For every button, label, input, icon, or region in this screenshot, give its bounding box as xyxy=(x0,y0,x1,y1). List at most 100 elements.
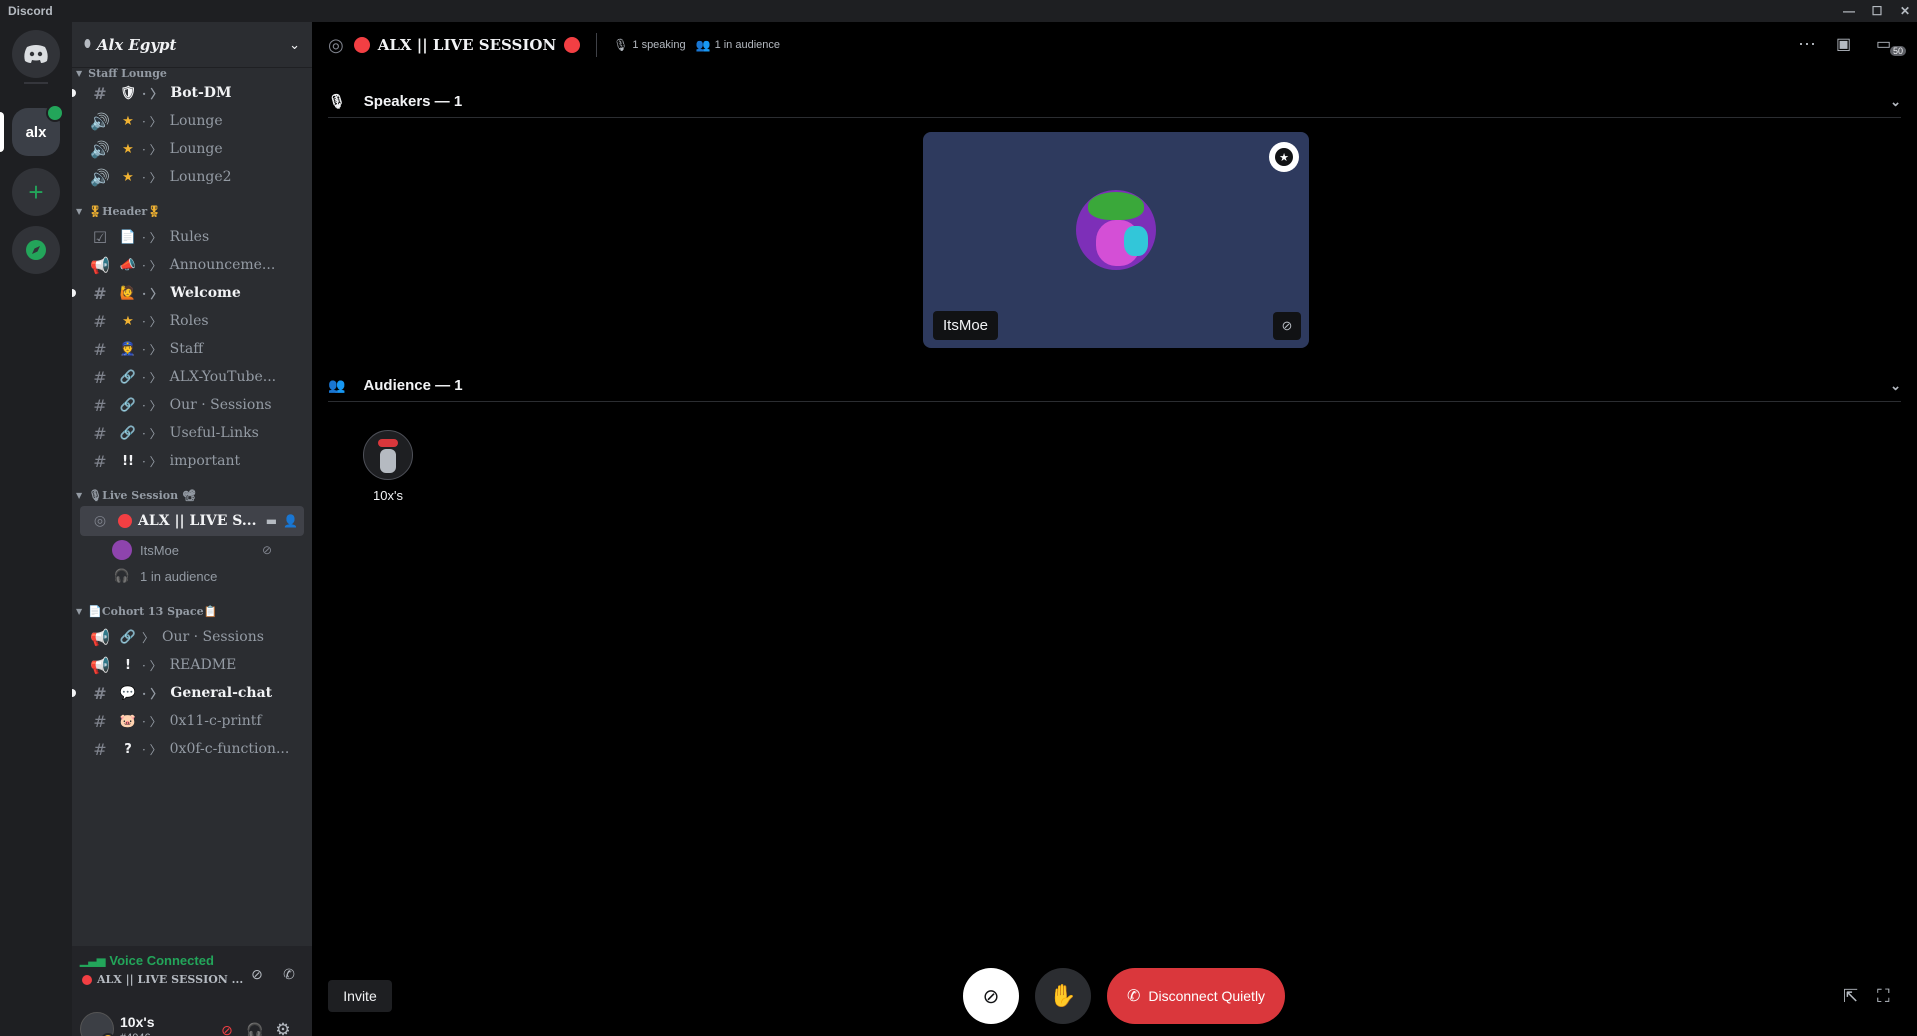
home-button[interactable] xyxy=(12,30,60,78)
channel-roles[interactable]: # ★ · 〉 Roles xyxy=(80,306,304,336)
channel-cohort-our-sessions[interactable]: 📢 🔗 〉 Our · Sessions xyxy=(80,622,304,652)
channel-useful-links[interactable]: # 🔗 · 〉 Useful-Links xyxy=(80,418,304,448)
voice-channel-name[interactable]: ALX || LIVE SESSION ... xyxy=(97,973,243,986)
channel-general-chat[interactable]: # 💬 · 〉 General-chat xyxy=(72,678,304,708)
channel-printf[interactable]: # 🐷 · 〉 0x11-c-printf xyxy=(80,706,304,736)
username[interactable]: 10x's xyxy=(120,1014,154,1030)
channel-bot-dm[interactable]: # 🛡 · 〉 Bot-DM xyxy=(72,78,304,108)
avatar-hat xyxy=(378,439,398,447)
speakers-section-header[interactable]: 🎙 Speakers — 1 ⌄ xyxy=(328,86,1901,118)
separator-icon: · 〉 xyxy=(142,686,163,701)
maximize-icon[interactable]: ☐ xyxy=(1868,2,1886,20)
channel-name: Rules xyxy=(169,229,210,245)
chevron-down-icon[interactable]: ⌄ xyxy=(289,37,300,53)
server-header[interactable]: ⬮ Alx Egypt ⌄ xyxy=(72,22,312,68)
page-emoji-icon: 📄 xyxy=(88,604,102,618)
separator-icon: · 〉 xyxy=(142,398,162,413)
text-channel-icon: # xyxy=(93,683,107,703)
medal-emoji-icon: 🎖 xyxy=(88,204,103,218)
speakers-heading: Speakers — 1 xyxy=(363,93,463,110)
pop-out-icon[interactable]: ⇱ xyxy=(1843,986,1858,1007)
more-options-icon[interactable]: ⋯ xyxy=(1798,34,1816,55)
category-label: Header xyxy=(102,204,148,218)
compass-icon xyxy=(26,240,46,260)
separator-icon: · 〉 xyxy=(142,714,162,729)
muted-mic-icon: ⊘ xyxy=(1273,312,1301,340)
channel-staff[interactable]: # 👮 · 〉 Staff xyxy=(80,334,304,364)
muted-microphone-icon[interactable]: ⊘ xyxy=(216,1019,238,1036)
signal-strength-icon[interactable]: ▁▃▅ xyxy=(80,954,105,967)
channel-readme[interactable]: 📢 ! · 〉 README xyxy=(80,650,304,680)
muted-mic-icon: ⊘ xyxy=(262,543,273,557)
raising-hand-emoji-icon: 🙋 xyxy=(119,285,137,301)
explore-button[interactable] xyxy=(12,226,60,274)
clipboard-emoji-icon: 📋 xyxy=(203,604,218,618)
channel-name: ALX || LIVE S... xyxy=(138,513,257,529)
audience-count-row[interactable]: 🎧 1 in audience xyxy=(112,562,217,590)
mute-toggle-button[interactable]: ⊘ xyxy=(963,968,1019,1024)
channel-lounge-1[interactable]: 🔊 ★ · 〉 Lounge xyxy=(80,106,304,136)
add-server-button[interactable]: + xyxy=(12,168,60,216)
text-channel-icon: # xyxy=(93,83,107,103)
server-icon-alx[interactable]: alx xyxy=(12,104,64,156)
channel-name: Roles xyxy=(169,313,209,329)
voice-status[interactable]: Voice Connected xyxy=(109,953,214,968)
channel-announcements[interactable]: 📢 📣 · 〉 Announceme... xyxy=(80,250,304,280)
announcement-channel-icon: 📢 xyxy=(90,627,110,647)
headphones-icon[interactable]: 🎧 xyxy=(244,1019,266,1036)
channel-name: Staff xyxy=(169,341,204,357)
voice-channel-icon: 🔊 xyxy=(90,111,110,131)
audience-member[interactable]: 10x's xyxy=(358,430,418,503)
separator-icon: · 〉 xyxy=(142,286,163,301)
speech-bubble-emoji-icon: 💬 xyxy=(119,685,137,701)
voice-user-itsmoe[interactable]: ItsMoe ⊘ xyxy=(112,536,272,564)
inbox-icon[interactable]: ▣ xyxy=(1836,34,1851,54)
chat-icon[interactable]: ▭ xyxy=(1876,34,1891,54)
close-icon[interactable]: ✕ xyxy=(1896,2,1914,20)
audience-section-header[interactable]: 👥 Audience — 1 ⌄ xyxy=(328,370,1901,402)
channel-name: 0x11-c-printf xyxy=(169,713,262,729)
raise-hand-button[interactable]: ✋ xyxy=(1035,968,1091,1024)
category-header[interactable]: ▼ 🎖 Header 🎖 xyxy=(72,202,161,220)
category-live-session[interactable]: ▼ 🎙 Live Session 📽 xyxy=(72,486,196,504)
channel-live-session[interactable]: ◎ ALX || LIVE S... ▬ 👤 xyxy=(80,506,304,536)
invite-button[interactable]: Invite xyxy=(328,980,392,1012)
channel-lounge-2[interactable]: 🔊 ★ · 〉 Lounge xyxy=(80,134,304,164)
header-divider xyxy=(596,33,598,57)
channel-list: ▼ Staff Lounge # 🛡 · 〉 Bot-DM 🔊 ★ · 〉 Lo… xyxy=(72,68,312,946)
add-user-icon[interactable]: 👤 xyxy=(283,514,298,528)
hand-icon: ✋ xyxy=(1049,983,1077,1008)
speaking-count: 1 speaking xyxy=(632,39,686,51)
disconnect-quietly-button[interactable]: ✆ Disconnect Quietly xyxy=(1107,968,1285,1024)
chat-bubble-icon[interactable]: ▬ xyxy=(266,514,277,528)
inbox-count-badge: 50 xyxy=(1890,46,1907,56)
gear-icon[interactable]: ⚙ xyxy=(272,1019,294,1036)
channel-name: important xyxy=(169,453,241,469)
chevron-down-icon[interactable]: ⌄ xyxy=(1890,378,1901,394)
channel-function-pointers[interactable]: # ? · 〉 0x0f-c-function... xyxy=(80,734,304,764)
live-dot-icon xyxy=(353,37,370,53)
fullscreen-icon[interactable]: ⛶ xyxy=(1877,986,1890,1007)
category-cohort[interactable]: ▼ 📄 Cohort 13 Space 📋 xyxy=(72,602,217,620)
channel-important[interactable]: # !! · 〉 important xyxy=(80,446,304,476)
chevron-down-icon: ▼ xyxy=(76,68,83,78)
minimize-icon[interactable]: — xyxy=(1840,2,1858,20)
channel-alx-youtube[interactable]: # 🔗 · 〉 ALX-YouTube... xyxy=(80,362,304,392)
stage-mute-icon[interactable]: ⊘ xyxy=(246,963,268,985)
channel-lounge2[interactable]: 🔊 ★ · 〉 Lounge2 xyxy=(80,162,304,192)
channel-our-sessions[interactable]: # 🔗 · 〉 Our · Sessions xyxy=(80,390,304,420)
server-name: Alx Egypt xyxy=(96,35,177,54)
live-dot-icon xyxy=(82,974,92,985)
disconnect-call-icon[interactable]: ✆ xyxy=(278,963,300,985)
channel-welcome[interactable]: # 🙋 · 〉 Welcome xyxy=(72,278,304,308)
speaker-tile[interactable]: ★ ItsMoe ⊘ xyxy=(923,132,1309,348)
medal-emoji-icon: 🎖 xyxy=(147,204,162,218)
channel-name: 0x0f-c-function... xyxy=(169,741,290,757)
chevron-down-icon[interactable]: ⌄ xyxy=(1890,94,1901,110)
separator-icon: · 〉 xyxy=(142,142,162,157)
selected-server-pill xyxy=(0,112,4,152)
disconnect-label: Disconnect Quietly xyxy=(1148,988,1266,1004)
avatar[interactable] xyxy=(80,1012,115,1036)
channel-name: Announceme... xyxy=(169,257,276,273)
channel-rules[interactable]: ☑ 📄 · 〉 Rules xyxy=(80,222,304,252)
